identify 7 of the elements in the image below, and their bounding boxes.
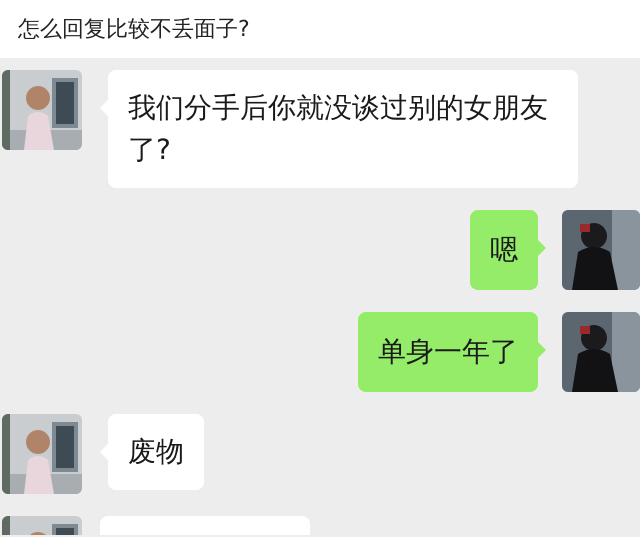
bubble-tail — [538, 240, 546, 256]
message-bubble: 单身一年了 — [358, 312, 538, 392]
message-bubble: 嗯 — [470, 210, 538, 290]
message-bubble: 我们分手后你就没谈过别的女朋友了? — [108, 70, 578, 188]
bubble-tail — [538, 342, 546, 358]
question-title: 怎么回复比较不丢面子? — [18, 16, 250, 44]
message-bubble: 废物 — [108, 414, 204, 490]
